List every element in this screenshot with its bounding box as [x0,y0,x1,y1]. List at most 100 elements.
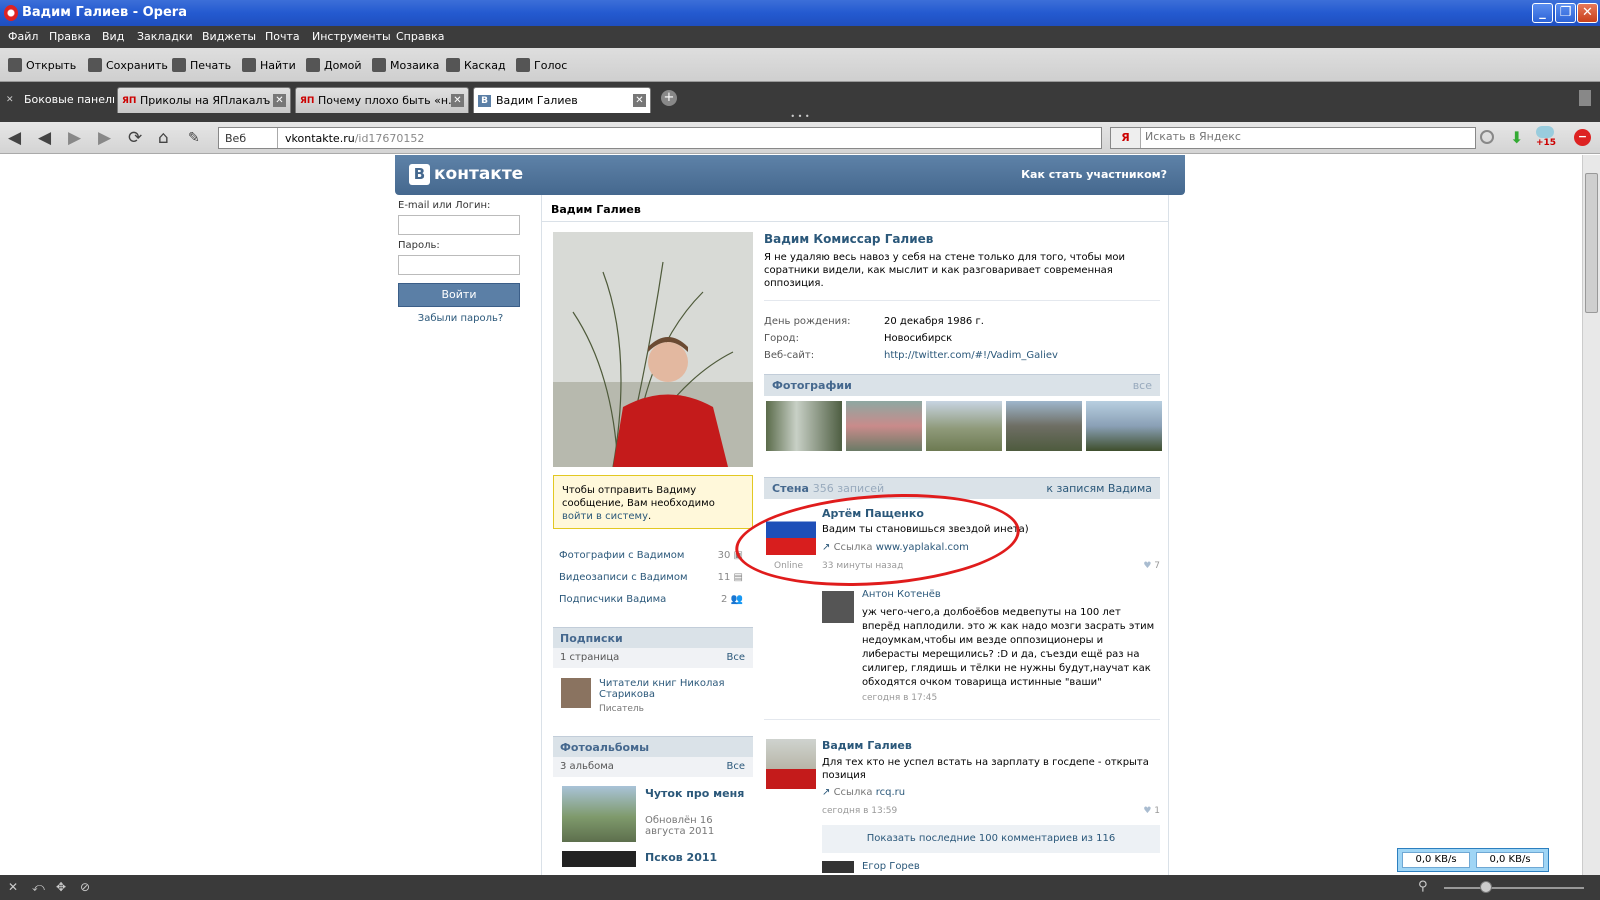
city-value: Новосибирск [884,333,953,344]
zoom-slider[interactable] [1444,887,1584,889]
menu-bookmarks[interactable]: Закладки [137,30,193,43]
open-button[interactable]: Открыть [8,58,76,72]
panel-splitter[interactable]: • • • [0,113,1600,122]
profile-links: Фотографии с Вадимом 30 ▣ Видеозаписи с В… [553,547,753,613]
like-button[interactable]: ♥ 7 [1143,561,1160,571]
menu-help[interactable]: Справка [396,30,444,43]
commenter-avatar[interactable] [822,591,854,623]
cascade-icon [446,58,460,72]
close-button[interactable]: ✕ [1577,3,1598,23]
albums-all-link[interactable]: Все [726,761,745,772]
tile-button[interactable]: Мозаика [372,58,439,72]
profile-name: Вадим Комиссар Галиев [764,232,934,246]
link-videos-with[interactable]: Видеозаписи с Вадимом 11 ▤ [553,569,753,591]
albums-subheader: 3 альбома Все [553,757,753,777]
zoom-slider-handle[interactable] [1480,881,1492,893]
email-input[interactable] [398,215,520,235]
scrollbar-thumb[interactable] [1585,173,1598,313]
photo-thumb[interactable] [1006,401,1082,451]
post-link[interactable]: ↗ Ссылка rcq.ru [822,787,905,798]
tab-yaplakal[interactable]: ЯП Приколы на ЯПлакалъ ✕ [117,87,291,113]
save-button[interactable]: Сохранить [88,58,168,72]
tab-close-icon[interactable]: ✕ [273,94,286,107]
photo-thumb[interactable] [766,401,842,451]
comment-author[interactable]: Антон Котенёв [862,589,941,600]
home-button[interactable]: Домой [306,58,362,72]
album-item[interactable]: Псков 2011 [553,847,753,867]
forward-icon[interactable]: ▶ [68,128,81,148]
albums-header[interactable]: Фотоальбомы [553,736,753,757]
find-button[interactable]: Найти [242,58,296,72]
search-go-icon[interactable] [1480,130,1494,144]
show-more-comments[interactable]: Показать последние 100 комментариев из 1… [822,825,1160,853]
voice-button[interactable]: Голос [516,58,567,72]
join-link[interactable]: Как стать участником? [1021,168,1167,181]
trash-icon[interactable] [1579,90,1591,106]
panel-toggle-icon[interactable]: ✕ [8,880,18,894]
link-photos-with[interactable]: Фотографии с Вадимом 30 ▣ [553,547,753,569]
address-field[interactable]: Веб vkontakte.ru/id17670152 [218,127,1102,149]
side-panels-button[interactable]: ✕ Боковые панели [2,87,114,113]
search-input[interactable] [1145,130,1465,143]
website-link[interactable]: http://twitter.com/#!/Vadim_Galiev [884,347,1058,364]
tab-pochemu[interactable]: ЯП Почему плохо быть «н… ✕ [295,87,469,113]
photos-row [764,401,1162,453]
commenter-avatar[interactable] [822,861,854,873]
stop-icon[interactable]: − [1574,129,1591,146]
unite-icon[interactable]: ✥ [56,880,66,894]
vk-logo[interactable]: Вконтакте [409,164,523,185]
home-icon[interactable]: ⌂ [158,128,169,148]
link-followers[interactable]: Подписчики Вадима 2 👥 [553,591,753,613]
author-avatar[interactable] [766,739,816,789]
profile-photo[interactable] [553,232,753,467]
download-icon[interactable]: ⬇ [1510,128,1523,147]
wall-comment: Антон Котенёв уж чего-чего,а долбоёбов м… [764,585,1160,735]
subscriptions-header[interactable]: Подписки [553,627,753,648]
forgot-password-link[interactable]: Забыли пароль? [398,313,523,324]
fast-forward-icon[interactable]: ▶ [98,128,111,148]
cascade-button[interactable]: Каскад [446,58,506,72]
like-button[interactable]: ♥ 1 [1143,806,1160,816]
comment-author[interactable]: Егор Горев [862,861,920,872]
login-link[interactable]: войти в систему [562,511,648,522]
menu-view[interactable]: Вид [102,30,124,43]
yandex-icon[interactable]: Я [1111,128,1141,148]
album-item[interactable]: Чуток про меня Обновлён 16 августа 2011 [553,777,753,847]
rewind-icon[interactable]: ◀ [38,128,51,148]
wall-link[interactable]: к записям Вадима [1046,482,1152,495]
search-box[interactable]: Я [1110,127,1476,149]
tab-close-icon[interactable]: ✕ [633,94,646,107]
tab-close-icon[interactable]: ✕ [451,94,464,107]
tab-bar: ✕ Боковые панели ЯП Приколы на ЯПлакалъ ✕ Я… [0,82,1600,114]
photos-all-link[interactable]: все [1133,379,1152,392]
photo-thumb[interactable] [846,401,922,451]
subscription-item[interactable]: Читатели книг Николая Старикова Писатель [553,668,753,726]
photo-thumb[interactable] [1086,401,1162,451]
minimize-button[interactable]: _ [1532,3,1553,23]
avatar [561,678,591,708]
password-input[interactable] [398,255,520,275]
people-icon: 👥 [730,594,743,605]
vertical-scrollbar[interactable] [1582,155,1600,875]
menu-file[interactable]: Файл [8,30,38,43]
post-time: сегодня в 13:59 [822,806,898,816]
new-tab-icon[interactable]: + [661,90,677,106]
post-author[interactable]: Вадим Галиев [822,739,912,752]
photo-thumb[interactable] [926,401,1002,451]
menu-tools[interactable]: Инструменты [312,30,391,43]
menu-mail[interactable]: Почта [265,30,300,43]
turbo-icon[interactable]: ⤺ [32,880,45,895]
print-button[interactable]: Печать [172,58,231,72]
maximize-button[interactable]: ❐ [1555,3,1576,23]
login-button[interactable]: Войти [398,283,520,307]
edit-icon[interactable]: ✎ [188,130,200,146]
subscriptions-all-link[interactable]: Все [726,652,745,663]
weather-icon[interactable] [1536,126,1554,138]
zoom-icon[interactable]: ⚲ [1418,879,1428,894]
tab-vadim[interactable]: В Вадим Галиев ✕ [473,87,651,113]
menu-widgets[interactable]: Виджеты [202,30,256,43]
block-icon[interactable]: ⊘ [80,880,90,894]
reload-icon[interactable]: ⟳ [128,128,142,148]
back-icon[interactable]: ◀ [8,128,21,148]
menu-edit[interactable]: Правка [49,30,91,43]
